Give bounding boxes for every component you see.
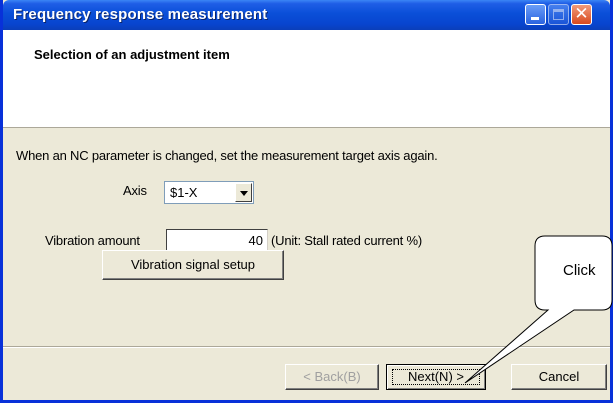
axis-dropdown-button[interactable]: [235, 183, 252, 202]
axis-select[interactable]: $1-X: [164, 181, 254, 204]
cancel-button-label: Cancel: [538, 369, 580, 384]
vibration-signal-setup-button[interactable]: Vibration signal setup: [102, 250, 284, 280]
dialog-window: Frequency response measurement ✕ Selecti…: [0, 0, 613, 403]
axis-select-value: $1-X: [170, 185, 198, 200]
callout-text: Click: [563, 262, 596, 279]
next-button[interactable]: Next(N) >: [386, 364, 486, 390]
axis-label: Axis: [123, 183, 147, 198]
vibration-amount-value: 40: [248, 233, 263, 248]
minimize-button[interactable]: [525, 4, 546, 25]
close-button[interactable]: ✕: [571, 4, 592, 25]
minimize-icon: [531, 17, 539, 20]
cancel-button[interactable]: Cancel: [511, 364, 607, 390]
wizard-header: Selection of an adjustment item: [3, 30, 610, 128]
chevron-down-icon: [240, 191, 248, 196]
back-button-label: < Back(B): [303, 369, 361, 384]
page-title: Selection of an adjustment item: [34, 47, 230, 62]
vibration-unit-label: (Unit: Stall rated current %): [271, 233, 422, 248]
maximize-icon: [553, 9, 564, 20]
back-button: < Back(B): [285, 364, 379, 390]
vibration-amount-label: Vibration amount: [45, 233, 140, 248]
maximize-button: [548, 4, 569, 25]
instruction-text: When an NC parameter is changed, set the…: [16, 148, 438, 163]
title-bar[interactable]: Frequency response measurement ✕: [3, 0, 610, 30]
vibration-amount-field[interactable]: 40: [166, 229, 268, 251]
window-title: Frequency response measurement: [13, 6, 268, 23]
close-icon: ✕: [574, 4, 589, 24]
vibration-signal-setup-label: Vibration signal setup: [130, 257, 256, 272]
